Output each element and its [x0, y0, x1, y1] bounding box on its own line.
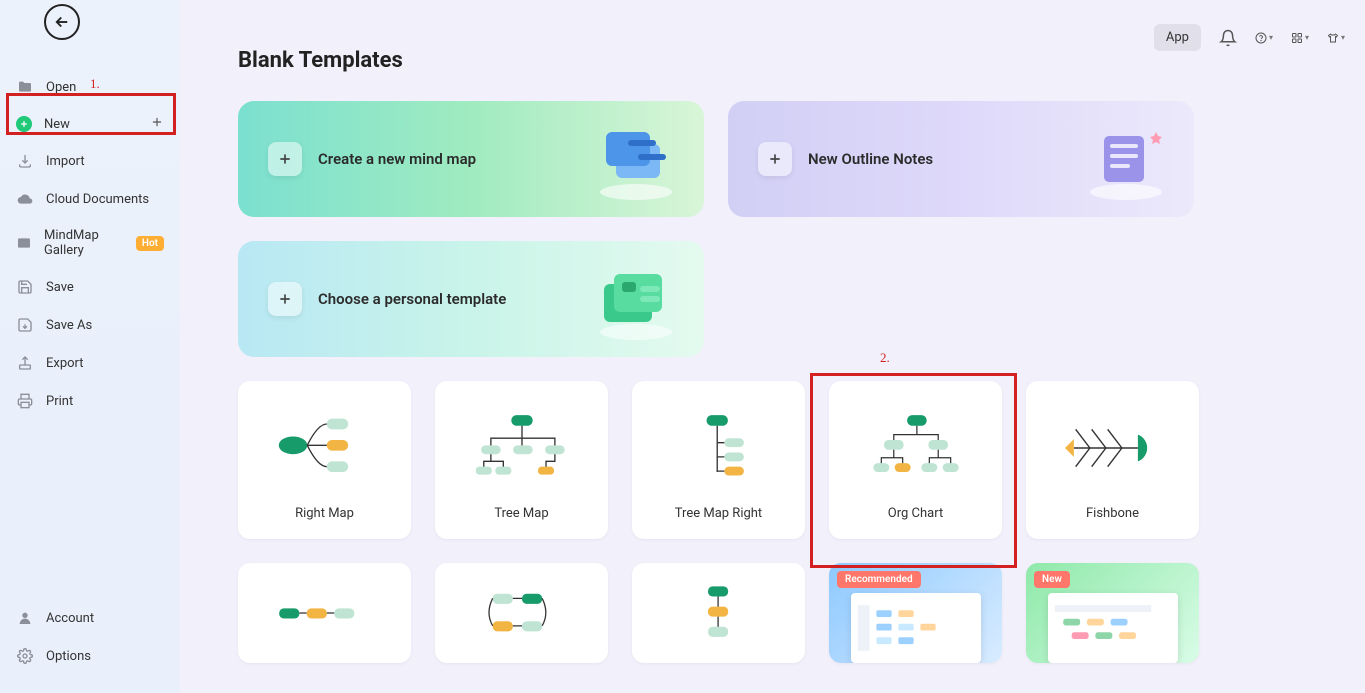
tile-label: Right Map: [295, 506, 354, 539]
print-icon: [16, 392, 34, 410]
sidebar-item-label: Save As: [46, 318, 92, 333]
plus-icon: [150, 115, 164, 133]
sidebar-item-print[interactable]: Print: [0, 382, 180, 420]
sidebar-item-saveas[interactable]: Save As: [0, 306, 180, 344]
new-outline-card[interactable]: New Outline Notes: [728, 101, 1194, 217]
sidebar-item-label: Options: [46, 649, 91, 664]
sidebar-item-new[interactable]: New: [0, 106, 180, 142]
sidebar-item-label: Open: [46, 80, 76, 95]
preview-canvas-icon: [1048, 593, 1178, 663]
tile-tree-map-right[interactable]: Tree Map Right: [632, 381, 805, 539]
tile-vertical-map[interactable]: [632, 563, 805, 663]
tile-horizontal-map[interactable]: [238, 563, 411, 663]
gear-icon: [16, 647, 34, 665]
org-chart-icon: [829, 381, 1002, 506]
sidebar-item-gallery[interactable]: MindMap Gallery Hot: [0, 218, 180, 268]
tile-org-chart[interactable]: Org Chart: [829, 381, 1002, 539]
plus-icon: [758, 142, 792, 176]
tree-map-right-icon: [632, 381, 805, 506]
sidebar-item-import[interactable]: Import: [0, 142, 180, 180]
plus-icon: [268, 142, 302, 176]
hot-badge: Hot: [136, 236, 164, 251]
cloud-icon: [16, 190, 34, 208]
export-icon: [16, 354, 34, 372]
tile-fishbone[interactable]: Fishbone: [1026, 381, 1199, 539]
tile-label: Tree Map Right: [675, 506, 762, 539]
tile-label: Fishbone: [1086, 506, 1139, 539]
card-label: Create a new mind map: [318, 150, 476, 168]
sidebar-item-label: MindMap Gallery: [44, 228, 124, 258]
create-mindmap-card[interactable]: Create a new mind map: [238, 101, 704, 217]
annotation-one: 1.: [90, 76, 100, 92]
card-label: New Outline Notes: [808, 150, 933, 168]
tile-right-map[interactable]: Right Map: [238, 381, 411, 539]
tile-new[interactable]: New: [1026, 563, 1199, 663]
apps-grid-icon[interactable]: ▾: [1291, 29, 1309, 47]
tile-recommended[interactable]: Recommended: [829, 563, 1002, 663]
plus-circle-icon: [16, 116, 32, 132]
sidebar-item-label: Print: [46, 394, 73, 409]
sidebar-item-export[interactable]: Export: [0, 344, 180, 382]
sidebar-item-account[interactable]: Account: [0, 599, 180, 637]
sidebar-item-cloud[interactable]: Cloud Documents: [0, 180, 180, 218]
user-icon: [16, 609, 34, 627]
annotation-two: 2.: [880, 350, 890, 366]
tile-tree-map[interactable]: Tree Map: [435, 381, 608, 539]
sidebar-item-label: Save: [46, 280, 74, 295]
recommended-badge: Recommended: [837, 571, 921, 588]
help-icon[interactable]: ▾: [1255, 29, 1273, 47]
template-illustration-icon: [586, 254, 686, 344]
sidebar-item-save[interactable]: Save: [0, 268, 180, 306]
saveas-icon: [16, 316, 34, 334]
preview-canvas-icon: [851, 593, 981, 663]
bell-icon[interactable]: [1219, 29, 1237, 47]
mindmap-illustration-icon: [586, 114, 686, 204]
gallery-icon: [16, 234, 32, 252]
main-content: Blank Templates Create a new mind map Ne…: [180, 0, 1365, 693]
save-icon: [16, 278, 34, 296]
page-title: Blank Templates: [238, 48, 1317, 73]
tree-map-icon: [435, 381, 608, 506]
card-label: Choose a personal template: [318, 290, 506, 308]
new-badge: New: [1034, 571, 1070, 588]
back-button[interactable]: [44, 4, 80, 40]
folder-icon: [16, 78, 34, 96]
import-icon: [16, 152, 34, 170]
app-button[interactable]: App: [1154, 24, 1201, 51]
tile-loop-map[interactable]: [435, 563, 608, 663]
sidebar-item-label: Cloud Documents: [46, 192, 149, 207]
sidebar-item-options[interactable]: Options: [0, 637, 180, 675]
sidebar-item-label: Account: [46, 611, 94, 626]
sidebar-item-label: New: [44, 117, 70, 132]
plus-icon: [268, 282, 302, 316]
shirt-icon[interactable]: ▾: [1327, 29, 1345, 47]
sidebar-item-label: Export: [46, 356, 84, 371]
sidebar-item-label: Import: [46, 154, 85, 169]
outline-illustration-icon: [1076, 114, 1176, 204]
tile-label: Org Chart: [888, 506, 943, 539]
right-map-icon: [238, 381, 411, 506]
fishbone-icon: [1026, 381, 1199, 506]
choose-template-card[interactable]: Choose a personal template: [238, 241, 704, 357]
tile-label: Tree Map: [494, 506, 548, 539]
sidebar: Open New Import Cloud Documents MindMap …: [0, 0, 180, 693]
